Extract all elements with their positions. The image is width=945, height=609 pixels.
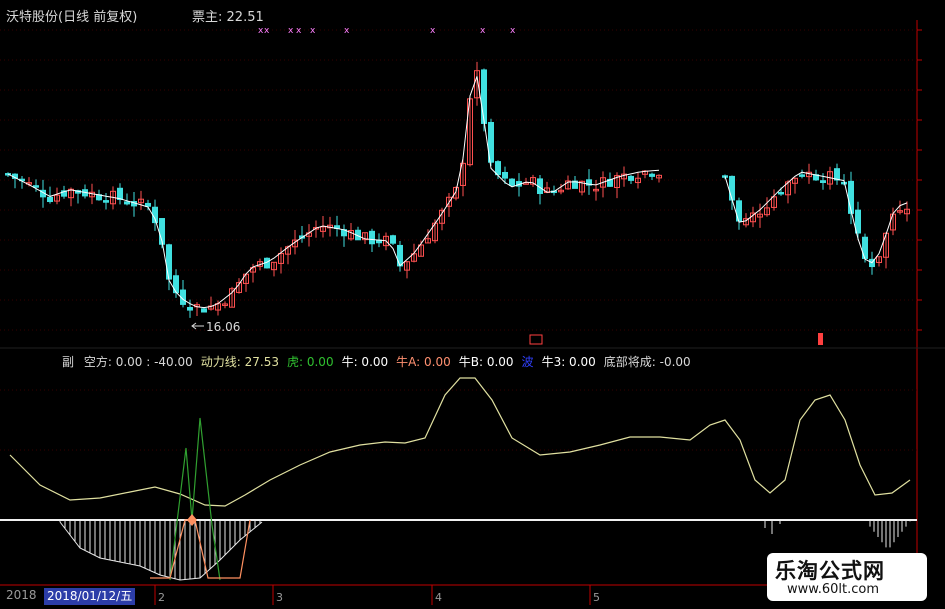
candle-body: [33, 185, 39, 188]
candle-body: [117, 187, 123, 200]
top-cross-marker: x: [296, 26, 302, 36]
candle-body: [799, 174, 805, 177]
candle-body: [187, 306, 193, 311]
time-axis-year-label: 2018: [6, 588, 37, 602]
legend-item: 牛B: 0.00: [458, 355, 514, 369]
top-cross-marker: x: [510, 26, 516, 36]
selected-date-text: 2018/01/12/五: [47, 589, 133, 603]
piaozhu-readout: 票主: 22.51: [192, 6, 264, 25]
candle-body: [166, 244, 172, 280]
signal-box-marker: [529, 334, 543, 345]
candle-body: [729, 175, 735, 201]
candle-body: [103, 200, 109, 203]
candle-body: [649, 173, 655, 177]
stock-title: 沃特股份(日线 前复权): [6, 6, 137, 25]
stock-title-text: 沃特股份(日线 前复权): [6, 10, 138, 25]
candle-body: [509, 178, 515, 186]
watermark-url: www.60lt.com: [787, 582, 879, 597]
candle-body: [390, 235, 396, 244]
candle-body: [47, 196, 53, 203]
month-label: 3: [276, 591, 283, 604]
legend-item: 牛A: 0.00: [396, 355, 451, 369]
top-cross-marker: x: [264, 26, 270, 36]
top-cross-marker: x: [288, 26, 294, 36]
candle-body: [778, 192, 784, 195]
month-label: 5: [593, 591, 600, 604]
legend-item: 动力线: 27.53: [200, 355, 279, 369]
candle-body: [124, 201, 130, 205]
top-cross-marker: x: [344, 26, 350, 36]
top-cross-marker: x: [430, 26, 436, 36]
candle-body: [820, 180, 826, 183]
watermark-title: 乐淘公式网: [775, 558, 885, 583]
candle-body: [397, 244, 403, 267]
legend-item: 牛3: 0.00: [541, 355, 596, 369]
month-label: 2: [158, 591, 165, 604]
selected-date-box[interactable]: 2018/01/12/五: [44, 588, 136, 605]
legend-item: 空方: 0.00 : -40.00: [83, 355, 193, 369]
candle-body: [628, 175, 634, 181]
piaozhu-value: : 22.51: [218, 10, 264, 25]
candle-body: [369, 230, 375, 245]
candle-body: [145, 202, 151, 207]
sub-panel-prefix: 副: [62, 355, 75, 369]
power-line: [9, 377, 911, 507]
month-label: 4: [435, 591, 442, 604]
watermark-box: 乐淘公式网 www.60lt.com: [767, 553, 927, 601]
signal-bar-marker: [818, 333, 823, 345]
sub-panel-legend: 副 空方: 0.00 : -40.00 动力线: 27.53 虎: 0.00 牛: 0…: [62, 353, 699, 370]
candle-body: [173, 275, 179, 294]
piaozhu-label: 票主: [192, 10, 219, 25]
legend-item: 牛: 0.00: [341, 355, 389, 369]
top-cross-marker: x: [480, 26, 486, 36]
time-axis-year: 2018: [6, 588, 37, 602]
low-marker-label: 16.06: [206, 320, 240, 334]
candle-body: [481, 69, 487, 124]
candle-body: [495, 161, 501, 176]
candle-body: [201, 308, 207, 313]
legend-items: 空方: 0.00 : -40.00 动力线: 27.53 虎: 0.00 牛: 0.0…: [84, 355, 699, 369]
legend-item: 底部将成: -0.00: [603, 355, 691, 369]
candle-body: [502, 171, 508, 179]
legend-item: 虎: 0.00: [287, 355, 334, 369]
chart-canvas[interactable]: 2 3 4 516.06x x x x x x x x x: [0, 0, 945, 609]
legend-item: 波: [521, 355, 534, 369]
top-cross-marker: x: [310, 26, 316, 36]
candle-body: [834, 168, 840, 181]
ma-line-right: [724, 171, 908, 264]
chart-window: 2 3 4 5 16.06 x x x x x x x x x 沃特股份(日线 前复权) 票主: 22.5…: [0, 0, 945, 609]
